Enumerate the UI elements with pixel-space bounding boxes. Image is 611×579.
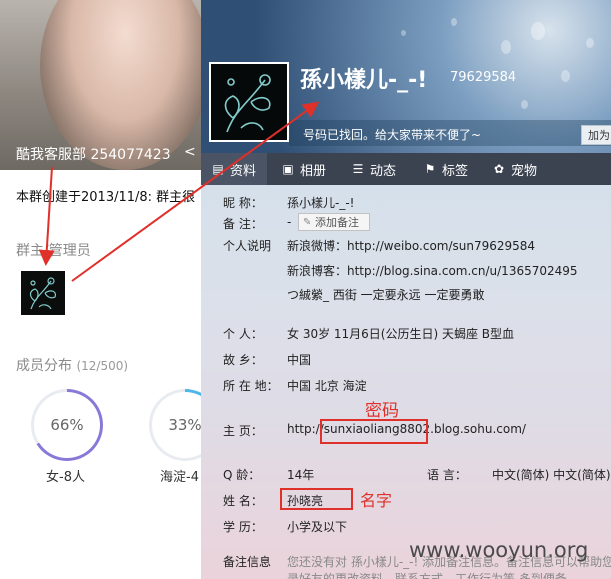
share-icon[interactable]: <: [184, 144, 196, 160]
location-stat-ring: 33%: [149, 389, 201, 461]
location-label: 所 在 地：: [223, 379, 279, 393]
realname-highlight-box: [280, 488, 353, 510]
remark-label: 备 注：: [223, 217, 263, 231]
tab-label: 标签: [442, 163, 469, 179]
hometown-value: 中国: [287, 353, 312, 367]
add-remark-label: 添加备注: [315, 216, 359, 229]
tab-label: 资料: [230, 163, 257, 179]
watermark: www.wooyun.org: [409, 538, 589, 562]
remark-value: -: [287, 215, 292, 229]
intro-label: 个人说明: [223, 239, 272, 253]
note-label: 备注信息: [223, 555, 272, 569]
tab-label: 宠物: [511, 163, 538, 179]
nick-value: 孫小樣儿-_-!: [287, 196, 355, 210]
add-remark-button[interactable]: ✎ 添加备注: [298, 213, 370, 231]
location-stat-percent: 33%: [152, 392, 201, 458]
realname-label: 姓 名：: [223, 494, 263, 508]
tab-album[interactable]: ▣ 相册: [281, 153, 326, 185]
profile-tabs: ▤ 资料 ▣ 相册 ☰ 动态 ⚑ 标签 ✿ 宠物: [201, 153, 611, 185]
homepage-label: 主 页：: [223, 424, 263, 438]
password-annotation: 密码: [365, 401, 399, 421]
tab-label: 动态: [370, 163, 397, 179]
members-section-title: 成员分布 (12/500): [16, 355, 128, 375]
education-value: 小学及以下: [287, 520, 348, 534]
person-value: 女 30岁 11月6日(公历生日) 天蝎座 B型血: [287, 327, 515, 341]
tab-profile[interactable]: ▤ 资料: [201, 153, 267, 185]
profile-icon: ▤: [212, 162, 224, 176]
admin-section-title: 群主/管理员: [16, 243, 91, 259]
password-highlight-box: [320, 419, 428, 444]
nick-label: 昵 称：: [223, 196, 263, 210]
location-stat-label: 海淀-4: [160, 470, 199, 485]
hometown-label: 故 乡：: [223, 353, 263, 367]
profile-nickname: 孫小樣儿-_-!: [300, 68, 428, 93]
intro-line-motto: つ絾縈_ 西街 一定要永远 一定要勇敢: [287, 288, 485, 302]
group-name: 酷我客服部 254077423: [16, 147, 171, 163]
feed-icon: ☰: [352, 162, 364, 176]
profile-avatar[interactable]: [209, 62, 289, 142]
tag-icon: ⚑: [424, 162, 436, 176]
education-label: 学 历：: [223, 520, 263, 534]
location-value: 中国 北京 海淀: [287, 379, 367, 393]
members-title-label: 成员分布: [16, 358, 72, 374]
group-created-text: 本群创建于2013/11/8: 群主很: [16, 190, 196, 205]
qq-age-label: Q 龄：: [223, 468, 261, 482]
language-value: 中文(简体) 中文(简体): [492, 468, 611, 482]
tab-pets[interactable]: ✿ 宠物: [492, 153, 537, 185]
gender-stat-label: 女-8人: [46, 470, 85, 485]
qq-age-value: 14年: [287, 468, 315, 482]
tab-tags[interactable]: ⚑ 标签: [423, 153, 468, 185]
intro-line-weibo: 新浪微博：http://weibo.com/sun79629584: [287, 239, 536, 253]
pet-icon: ✿: [493, 162, 505, 176]
album-icon: ▣: [282, 162, 294, 176]
group-panel: 酷我客服部 254077423 < 本群创建于2013/11/8: 群主很 群主…: [0, 0, 201, 579]
edit-icon: ✎: [303, 217, 312, 228]
tab-label: 相册: [300, 163, 327, 179]
tab-feed[interactable]: ☰ 动态: [351, 153, 396, 185]
language-label: 语 言：: [427, 468, 467, 482]
realname-annotation: 名字: [360, 491, 393, 510]
note-value-line2: 录好友的更改资料、联系方式、工作行为等 多到便备: [287, 572, 567, 579]
gender-stat-percent: 66%: [34, 392, 100, 458]
admin-avatar[interactable]: [21, 271, 65, 315]
gender-stat-ring: 66%: [31, 389, 103, 461]
add-friend-button[interactable]: 加为: [581, 125, 611, 145]
members-count: (12/500): [76, 359, 129, 373]
intro-line-blog: 新浪博客：http://blog.sina.com.cn/u/136570249…: [287, 264, 578, 278]
profile-card: 孫小樣儿-_-! 79629584 号码已找回。给大家带来不便了~ 加为 ▤ 资…: [201, 0, 611, 579]
profile-qq-number: 79629584: [450, 70, 517, 85]
profile-signature: 号码已找回。给大家带来不便了~: [303, 128, 482, 142]
person-label: 个 人：: [223, 327, 263, 341]
